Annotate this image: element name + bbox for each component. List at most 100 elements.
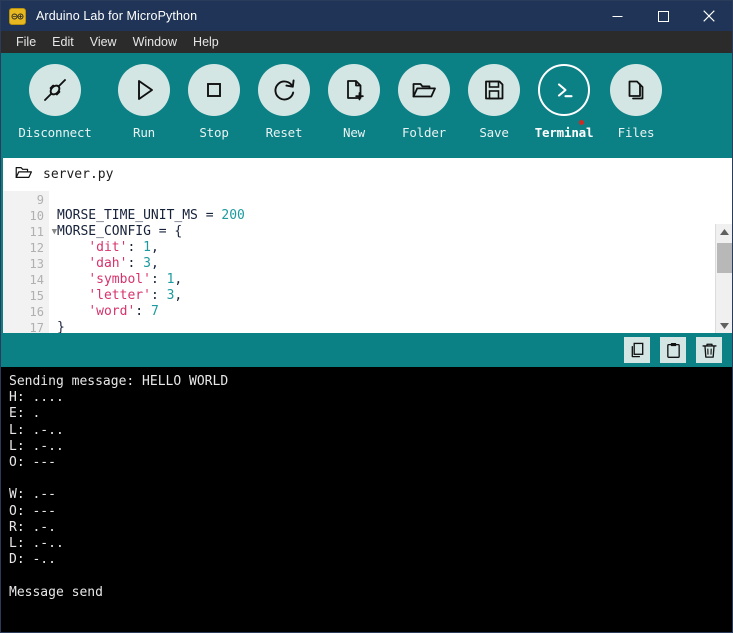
terminal-line: W: .-- [9,487,56,503]
line-number: 11 ▼ [3,224,57,240]
line-number: 15 [29,289,44,303]
toolbar-label-disconnect: Disconnect [18,125,92,140]
terminal-toolbar [1,333,732,367]
terminal-output[interactable]: Sending message: HELLO WORLD H: .... E: .L… [1,367,732,632]
terminal-line: L: .-.. [9,536,64,552]
toolbar-label-terminal-text: Terminal [534,125,594,140]
code-line: 'word': 7 [57,304,732,320]
code-token: : [127,256,144,271]
toolbar-button-terminal[interactable]: Terminal [529,64,599,140]
scrollbar-thumb[interactable] [716,243,732,273]
fold-collapse-icon[interactable]: ▼ [52,224,57,240]
code-token: 3 [143,256,151,271]
terminal-line: O: --- [9,455,56,471]
code-line: 'symbol': 1, [57,272,732,288]
line-number: 16 [29,305,44,319]
toolbar-button-run[interactable]: Run [109,64,179,140]
toolbar-button-files[interactable]: Files [599,64,673,140]
code-token: 'symbol' [88,272,151,287]
toolbar-button-save[interactable]: Save [459,64,529,140]
window-title: Arduino Lab for MicroPython [36,9,198,23]
code-token: , [174,272,183,287]
code-token: MORSE_CONFIG = { [57,224,183,239]
main-toolbar: Disconnect Run Stop Reset New Folder Sav… [1,53,732,158]
toolbar-button-stop[interactable]: Stop [179,64,249,140]
scroll-up-arrow-icon[interactable] [716,224,733,239]
play-icon [118,64,170,116]
application-window: Arduino Lab for MicroPython File Edit Vi… [0,0,733,633]
new-file-plus-icon [328,64,380,116]
toolbar-button-new[interactable]: New [319,64,389,140]
toolbar-label-new: New [343,125,365,140]
terminal-line: Message send [9,584,103,600]
toolbar-label-run: Run [133,125,155,140]
terminal-line: L: .-.. [9,438,64,454]
toolbar-label-folder: Folder [402,125,446,140]
copy-button[interactable] [624,337,650,363]
editor-vertical-scrollbar[interactable] [715,224,732,333]
clear-button[interactable] [696,337,722,363]
code-token: , [174,288,183,303]
menu-item-edit[interactable]: Edit [44,33,82,51]
code-text[interactable]: MORSE_TIME_UNIT_MS = 200 MORSE_CONFIG = {… [49,191,732,333]
paste-button[interactable] [660,337,686,363]
arduino-logo-icon [9,7,26,25]
toolbar-label-terminal: Terminal [534,120,594,140]
code-token: 'dit' [88,240,128,255]
scroll-down-arrow-icon[interactable] [716,318,733,333]
code-token: 1 [143,240,151,255]
floppy-disk-save-icon [468,64,520,116]
terminal-prompt-icon [538,64,590,116]
toolbar-label-save: Save [479,125,509,140]
line-number-text: 11 [29,225,44,239]
trash-delete-icon [701,342,718,359]
code-token: : [150,288,167,303]
refresh-circular-arrow-icon [258,64,310,116]
terminal-line: H: .... [9,390,64,406]
title-bar: Arduino Lab for MicroPython [1,1,732,31]
code-token: , [150,256,159,271]
menu-item-window[interactable]: Window [125,33,185,51]
code-line: 'dit': 1, [57,240,732,256]
code-token: } [57,320,65,333]
terminal-line: R: .-. [9,519,56,535]
toolbar-button-reset[interactable]: Reset [249,64,319,140]
line-number-gutter: 9 10 11 ▼ 12 13 14 15 16 17 [3,191,57,333]
stop-square-icon [188,64,240,116]
code-token: : [135,304,151,319]
menu-item-file[interactable]: File [8,33,44,51]
tab-file-serverpy[interactable]: server.py [15,165,113,185]
code-token: MORSE_TIME_UNIT_MS = [57,208,222,223]
open-folder-icon [398,64,450,116]
paste-clipboard-icon [665,342,682,359]
toolbar-button-disconnect[interactable]: Disconnect [1,64,109,140]
minimize-button[interactable] [594,1,640,31]
code-line: MORSE_TIME_UNIT_MS = 200 [57,208,732,224]
code-token: 'dah' [88,256,128,271]
code-token: : [127,240,144,255]
terminal-line: E: . [9,406,41,422]
copy-icon [629,342,646,359]
terminal-line: L: .-.. [9,422,64,438]
editor-tab-bar: server.py [3,158,732,191]
menu-item-view[interactable]: View [82,33,125,51]
maximize-button[interactable] [640,1,686,31]
scrollbar-track[interactable] [716,239,733,318]
menu-item-help[interactable]: Help [185,33,227,51]
code-token: : [150,272,167,287]
code-line: 'dah': 3, [57,256,732,272]
toolbar-label-stop: Stop [199,125,229,140]
code-editor-panel: server.py 9 10 11 ▼ 12 13 14 15 16 17 MO… [1,158,732,333]
code-area[interactable]: 9 10 11 ▼ 12 13 14 15 16 17 MORSE_TIME_U… [3,191,732,333]
close-button[interactable] [686,1,732,31]
code-token: 7 [150,304,159,319]
toolbar-button-folder[interactable]: Folder [389,64,459,140]
terminal-line: D: -.. [9,552,56,568]
